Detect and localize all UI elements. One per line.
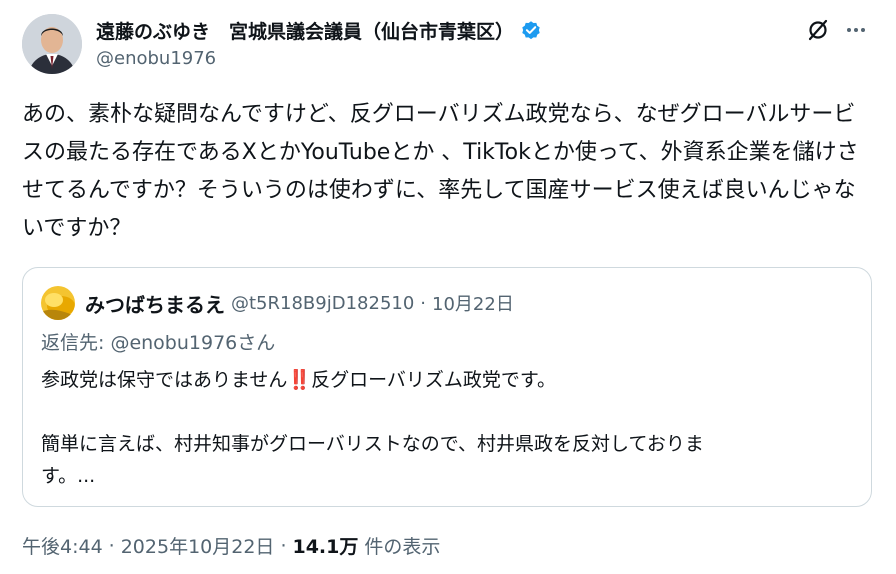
reply-prefix: 返信先:	[41, 332, 111, 354]
reply-suffix: さん	[237, 332, 276, 354]
quote-line-1: 参政党は保守ではありません‼️反グローバリズム政党です。	[41, 364, 851, 396]
tweet-meta: 午後4:44 · 2025年10月22日 · 14.1万 件の表示	[22, 532, 440, 559]
grok-icon[interactable]	[804, 16, 832, 44]
reply-mention[interactable]: @enobu1976	[110, 332, 237, 354]
quote-line-3: す。...	[41, 465, 96, 487]
author-name-row: 遠藤のぶゆき 宮城県議会議員（仙台市青葉区）	[96, 14, 542, 46]
quote-author-handle[interactable]: @t5R18B9jD182510	[231, 293, 414, 314]
quote-separator: ·	[420, 292, 427, 314]
tweet-date[interactable]: 2025年10月22日	[121, 532, 275, 559]
quote-author-name[interactable]: みつばちまるえ	[85, 289, 225, 318]
quote-line-1-text-b: 反グローバリズム政党です。	[311, 369, 557, 391]
meta-separator-2: ·	[280, 534, 287, 557]
verified-badge-icon	[520, 19, 542, 41]
more-icon[interactable]	[842, 16, 870, 44]
author-display-name[interactable]: 遠藤のぶゆき 宮城県議会議員（仙台市青葉区）	[96, 17, 514, 44]
quoted-tweet[interactable]: みつばちまるえ @t5R18B9jD182510 · 10月22日 返信先: @…	[22, 267, 872, 507]
quote-body: 参政党は保守ではありません‼️反グローバリズム政党です。 簡単に言えば、村井知事…	[41, 364, 851, 492]
quote-author-avatar[interactable]	[41, 286, 75, 320]
quote-date[interactable]: 10月22日	[432, 290, 514, 316]
quote-header: みつばちまるえ @t5R18B9jD182510 · 10月22日	[85, 288, 514, 318]
views-count[interactable]: 14.1万	[292, 532, 358, 559]
tweet-time[interactable]: 午後4:44	[22, 532, 103, 559]
views-label[interactable]: 件の表示	[364, 532, 440, 559]
reply-to-line: 返信先: @enobu1976さん	[41, 328, 275, 355]
quote-line-1-text-a: 参政党は保守ではありません	[41, 369, 288, 391]
quote-line-2: 簡単に言えば、村井知事がグローバリストなので、村井県政を反対しておりま	[41, 433, 704, 455]
meta-separator: ·	[108, 534, 115, 557]
tweet-text: あの、素朴な疑問なんですけど、反グローバリズム政党なら、なぜグローバルサービスの…	[22, 102, 859, 241]
author-handle[interactable]: @enobu1976	[96, 48, 216, 69]
author-avatar[interactable]	[22, 14, 82, 74]
double-exclamation-icon: ‼️	[287, 369, 312, 391]
